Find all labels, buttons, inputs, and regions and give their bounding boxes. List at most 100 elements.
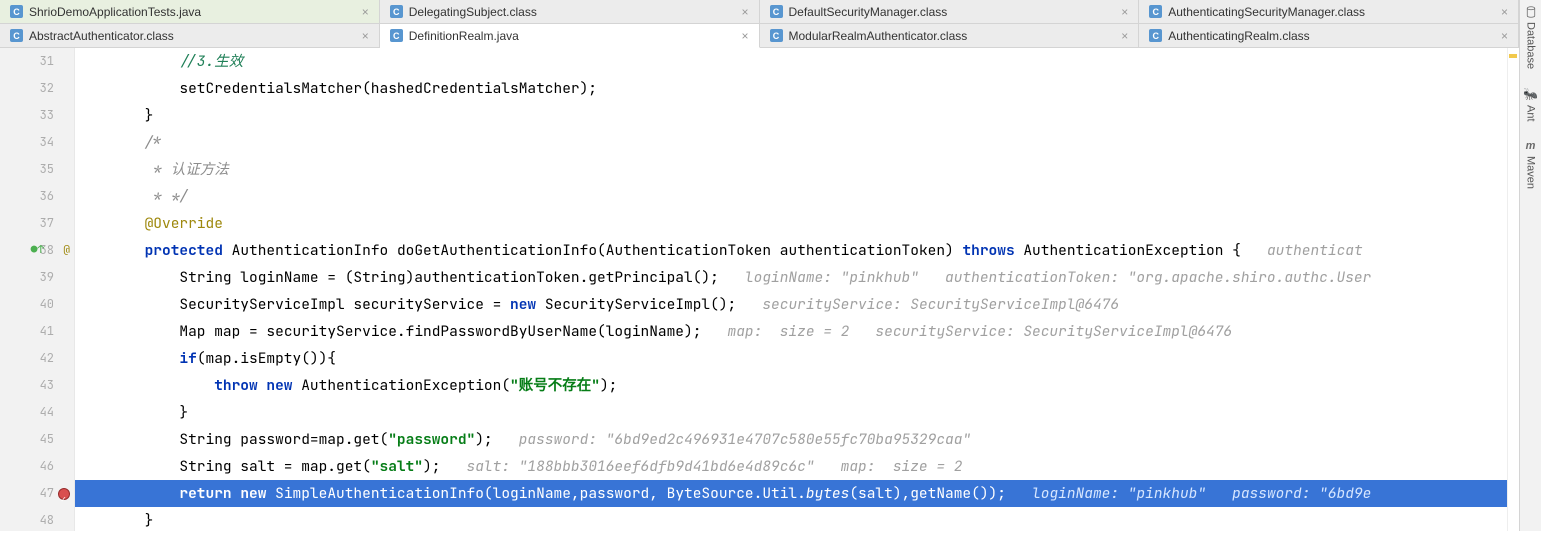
class-file-icon: C — [770, 29, 783, 42]
close-icon[interactable]: × — [362, 5, 369, 19]
close-icon[interactable]: × — [362, 29, 369, 43]
tab-label: DelegatingSubject.class — [409, 5, 537, 19]
close-icon[interactable]: × — [741, 5, 748, 19]
code-line[interactable]: throw new AuthenticationException("账号不存在… — [75, 372, 1507, 399]
line-number: 31 — [36, 48, 54, 75]
gutter-line[interactable]: 34 — [0, 129, 74, 156]
line-number: 48 — [36, 507, 54, 534]
maven-tool-button[interactable]: m Maven — [1525, 140, 1537, 189]
line-number: 43 — [36, 372, 54, 399]
gutter-line[interactable]: 40 — [0, 291, 74, 318]
close-icon[interactable]: × — [1121, 5, 1128, 19]
code-line[interactable]: /* — [75, 129, 1507, 156]
gutter-line[interactable]: 41 — [0, 318, 74, 345]
class-file-icon: C — [390, 5, 403, 18]
ide-root: C ShrioDemoApplicationTests.java × C Del… — [0, 0, 1541, 531]
line-number: 47 — [36, 480, 54, 507]
tab-row-2: C AbstractAuthenticator.class × C Defini… — [0, 24, 1519, 48]
close-icon[interactable]: × — [1121, 29, 1128, 43]
close-icon[interactable]: × — [741, 29, 748, 43]
warning-marker[interactable] — [1509, 54, 1517, 58]
gutter-line[interactable]: 35 — [0, 156, 74, 183]
override-icon[interactable]: ●↑ — [31, 237, 44, 264]
code-line[interactable]: } — [75, 399, 1507, 426]
code-area[interactable]: //3.生效 setCredentialsMatcher(hashedCrede… — [75, 48, 1507, 531]
editor: 3132333435363738●↑@39404142434445464748 … — [0, 48, 1519, 531]
gutter-line[interactable]: 47 — [0, 480, 74, 507]
java-file-icon: C — [10, 5, 23, 18]
gutter-line[interactable]: 46 — [0, 453, 74, 480]
line-number: 41 — [36, 318, 54, 345]
tool-label: Ant — [1525, 105, 1537, 122]
gutter-line[interactable]: 32 — [0, 75, 74, 102]
class-file-icon: C — [1149, 29, 1162, 42]
gutter-line[interactable]: 44 — [0, 399, 74, 426]
close-icon[interactable]: × — [1501, 5, 1508, 19]
line-number: 32 — [36, 75, 54, 102]
gutter-line[interactable]: 43 — [0, 372, 74, 399]
code-line[interactable]: @Override — [75, 210, 1507, 237]
gutter-line[interactable]: 36 — [0, 183, 74, 210]
code-line[interactable]: String password=map.get("password"); pas… — [75, 426, 1507, 453]
gutter-line[interactable]: 42 — [0, 345, 74, 372]
code-line[interactable]: String salt = map.get("salt"); salt: "18… — [75, 453, 1507, 480]
tab-label: AuthenticatingSecurityManager.class — [1168, 5, 1365, 19]
tool-label: Database — [1525, 22, 1537, 69]
error-stripe[interactable] — [1507, 48, 1519, 531]
tab-definition-realm[interactable]: C DefinitionRealm.java × — [380, 24, 760, 48]
tool-label: Maven — [1525, 156, 1537, 189]
code-line[interactable]: setCredentialsMatcher(hashedCredentialsM… — [75, 75, 1507, 102]
editor-tabs: C ShrioDemoApplicationTests.java × C Del… — [0, 0, 1519, 48]
class-file-icon: C — [10, 29, 23, 42]
code-line[interactable]: protected AuthenticationInfo doGetAuthen… — [75, 237, 1507, 264]
code-line[interactable]: return new SimpleAuthenticationInfo(logi… — [75, 480, 1507, 507]
code-line[interactable]: SecurityServiceImpl securityService = ne… — [75, 291, 1507, 318]
tab-shriodemo-tests[interactable]: C ShrioDemoApplicationTests.java × — [0, 0, 380, 23]
code-line[interactable]: * */ — [75, 183, 1507, 210]
close-icon[interactable]: × — [1501, 29, 1508, 43]
ant-icon: 🐜 — [1523, 87, 1538, 101]
tab-label: DefaultSecurityManager.class — [789, 5, 948, 19]
gutter-line[interactable]: 33 — [0, 102, 74, 129]
tab-label: AbstractAuthenticator.class — [29, 29, 174, 43]
ant-tool-button[interactable]: 🐜 Ant — [1523, 87, 1538, 122]
gutter[interactable]: 3132333435363738●↑@39404142434445464748 — [0, 48, 75, 531]
tab-authenticating-realm[interactable]: C AuthenticatingRealm.class × — [1139, 24, 1519, 47]
code-line[interactable]: if(map.isEmpty()){ — [75, 345, 1507, 372]
tab-default-security-manager[interactable]: C DefaultSecurityManager.class × — [760, 0, 1140, 23]
class-file-icon: C — [770, 5, 783, 18]
gutter-line[interactable]: 39 — [0, 264, 74, 291]
gutter-line[interactable]: 38●↑@ — [0, 237, 74, 264]
gutter-line[interactable]: 31 — [0, 48, 74, 75]
tab-label: ShrioDemoApplicationTests.java — [29, 5, 201, 19]
tab-label: AuthenticatingRealm.class — [1168, 29, 1309, 43]
database-tool-button[interactable]: Database — [1525, 6, 1537, 69]
gutter-line[interactable]: 37 — [0, 210, 74, 237]
line-number: 40 — [36, 291, 54, 318]
line-number: 35 — [36, 156, 54, 183]
breakpoint-icon[interactable] — [58, 488, 70, 500]
code-line[interactable]: String loginName = (String)authenticatio… — [75, 264, 1507, 291]
line-number: 44 — [36, 399, 54, 426]
code-line[interactable]: Map map = securityService.findPasswordBy… — [75, 318, 1507, 345]
tab-modular-realm-authenticator[interactable]: C ModularRealmAuthenticator.class × — [760, 24, 1140, 47]
tab-delegating-subject[interactable]: C DelegatingSubject.class × — [380, 0, 760, 23]
tab-authenticating-security-manager[interactable]: C AuthenticatingSecurityManager.class × — [1139, 0, 1519, 23]
code-line[interactable]: } — [75, 507, 1507, 531]
line-number: 33 — [36, 102, 54, 129]
line-number: 45 — [36, 426, 54, 453]
tab-row-1: C ShrioDemoApplicationTests.java × C Del… — [0, 0, 1519, 24]
gutter-line[interactable]: 45 — [0, 426, 74, 453]
line-number: 46 — [36, 453, 54, 480]
line-number: 42 — [36, 345, 54, 372]
tab-label: ModularRealmAuthenticator.class — [789, 29, 968, 43]
at-icon: @ — [63, 237, 70, 264]
code-line[interactable]: //3.生效 — [75, 48, 1507, 75]
code-line[interactable]: } — [75, 102, 1507, 129]
code-line[interactable]: * 认证方法 — [75, 156, 1507, 183]
tab-abstract-authenticator[interactable]: C AbstractAuthenticator.class × — [0, 24, 380, 47]
main-area: C ShrioDemoApplicationTests.java × C Del… — [0, 0, 1519, 531]
right-tool-strip: Database 🐜 Ant m Maven — [1519, 0, 1541, 531]
tab-label: DefinitionRealm.java — [409, 29, 519, 43]
java-file-icon: C — [390, 29, 403, 42]
